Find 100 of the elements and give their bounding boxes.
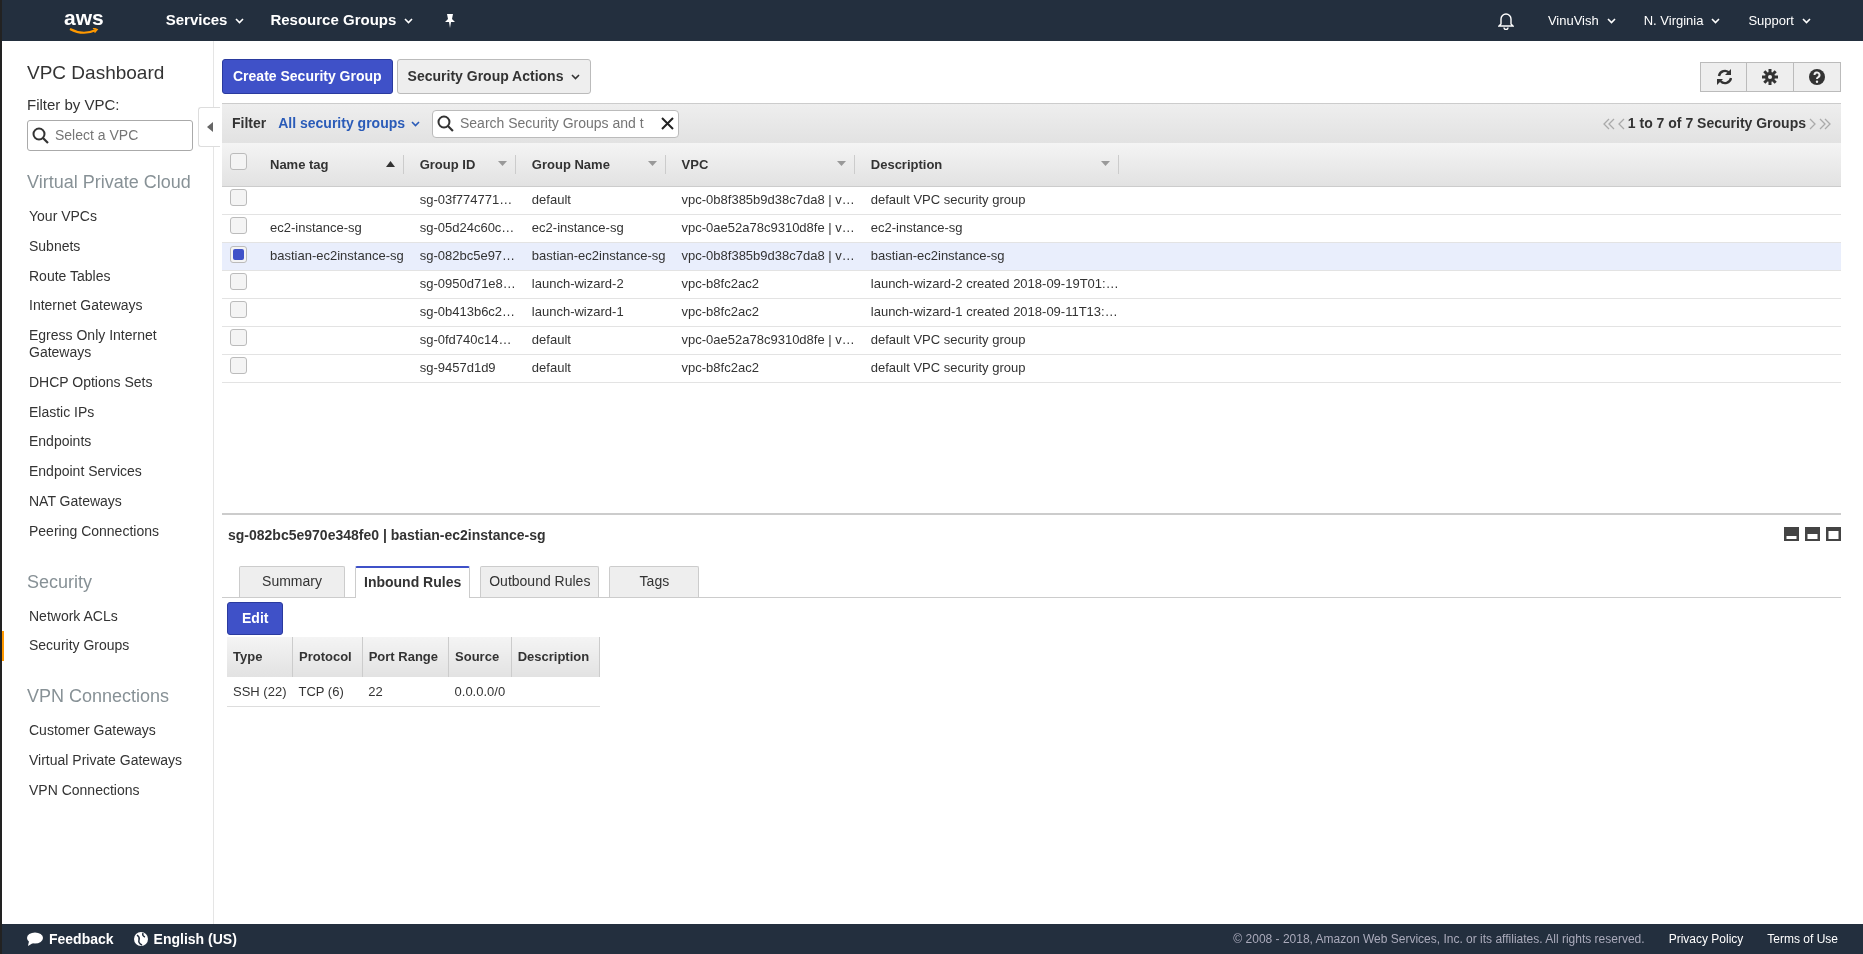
tab[interactable]: Tags	[609, 565, 700, 597]
sidebar-item[interactable]: Endpoints	[2, 427, 213, 458]
sidebar-item[interactable]: Egress Only Internet Gateways	[2, 321, 213, 368]
help-button[interactable]	[1794, 61, 1841, 92]
sidebar-item[interactable]: Subnets	[2, 231, 213, 262]
table-cell: sg-9457d1d9	[419, 360, 496, 376]
clear-button[interactable]	[661, 117, 675, 130]
filter-label: Filter by VPC:	[26, 94, 121, 115]
table-cell: 0.0.0.0/0	[454, 683, 506, 699]
first-page-icon	[1602, 117, 1615, 130]
row-checkbox[interactable]	[230, 216, 247, 234]
footer-link[interactable]: Privacy Policy	[1668, 930, 1744, 948]
table-cell: SSH (22)	[233, 683, 287, 699]
create-button[interactable]: Create Security Group	[222, 59, 393, 94]
sidebar-item[interactable]: Elastic IPs	[2, 397, 213, 428]
sidebar-item[interactable]: Security Groups	[2, 631, 213, 662]
pagination-text: 1 to 7 of 7 Security Groups	[1627, 114, 1806, 133]
sidebar-item[interactable]: VPN Connections	[2, 775, 213, 806]
table-cell: ec2-instance-sg	[270, 220, 362, 236]
table-cell: default	[531, 360, 571, 376]
table-cell: vpc-0ae52a78c9310d8fe | v…	[681, 332, 855, 348]
language-link[interactable]: English (US)	[133, 928, 237, 950]
tab[interactable]: Summary	[239, 565, 345, 597]
caret-icon	[571, 73, 581, 80]
table-cell: launch-wizard-1 created 2018-09-11T13:…	[870, 304, 1118, 320]
caret-icon	[411, 120, 421, 127]
menu-link[interactable]: N. Virginia	[1643, 10, 1721, 31]
sidebar-item[interactable]: DHCP Options Sets	[2, 367, 213, 398]
prev-page-icon	[1617, 117, 1625, 130]
column-header: Type	[227, 636, 293, 677]
table-cell: ec2-instance-sg	[870, 220, 963, 236]
table-cell: default VPC security group	[870, 192, 1026, 208]
collapse-button[interactable]	[198, 107, 220, 147]
tab[interactable]: Inbound Rules	[355, 565, 471, 598]
refresh-button[interactable]	[1700, 61, 1747, 92]
column-header: Description	[511, 636, 600, 677]
sidebar-item[interactable]: Endpoint Services	[2, 457, 213, 487]
table-cell: sg-0fd740c14…	[419, 332, 512, 348]
sidebar-item[interactable]: Network ACLs	[2, 601, 213, 632]
logo-text[interactable]: aws	[64, 6, 104, 28]
top-panel-icon	[1826, 527, 1841, 541]
table-cell: default VPC security group	[870, 360, 1026, 376]
column-header[interactable]: Description	[870, 154, 943, 174]
table-cell: vpc-0ae52a78c9310d8fe | v…	[681, 220, 855, 236]
table-cell: bastian-ec2instance-sg	[870, 248, 1005, 264]
table-cell: bastian-ec2instance-sg	[531, 248, 666, 264]
filter-dropdown[interactable]: All security groups	[278, 113, 421, 134]
feedback-link[interactable]: Feedback	[27, 928, 114, 950]
section-heading: VPN Connections	[26, 685, 171, 709]
tab[interactable]: Outbound Rules	[480, 565, 600, 597]
footer-link[interactable]: Terms of Use	[1767, 930, 1838, 948]
sidebar-item[interactable]: Virtual Private Gateways	[2, 745, 213, 776]
table-cell: ec2-instance-sg	[531, 220, 624, 236]
column-header: Source	[448, 636, 512, 677]
settings-button[interactable]	[1747, 61, 1794, 92]
search-field[interactable]: Search Security Groups and t	[432, 109, 680, 138]
sidebar-item[interactable]: Route Tables	[2, 261, 213, 292]
help-icon	[1809, 68, 1825, 85]
edit-button[interactable]: Edit	[227, 601, 284, 635]
menu-link[interactable]: VinuVish	[1547, 10, 1616, 31]
settings-icon	[1762, 68, 1778, 85]
table-cell: 22	[368, 683, 383, 699]
column-header: Protocol	[292, 636, 363, 677]
table-cell: vpc-b8fc2ac2	[681, 304, 759, 320]
copyright-text: © 2008 - 2018, Amazon Web Services, Inc. or its affiliates. All rights reserved.	[1233, 931, 1645, 948]
row-checkbox[interactable]	[230, 328, 247, 346]
column-header[interactable]: Name tag	[270, 154, 329, 174]
vpc-filter-field[interactable]: Select a VPC	[27, 120, 193, 151]
caret-icon	[1802, 17, 1811, 24]
menu-link[interactable]: Services	[165, 9, 245, 32]
bottom-panel-icon	[1784, 527, 1799, 541]
close-icon	[661, 117, 675, 130]
filter-label: Filter	[232, 114, 267, 133]
row-checkbox[interactable]	[230, 356, 247, 374]
column-header[interactable]: VPC	[681, 154, 709, 174]
table-cell: sg-0b413b6c2…	[419, 304, 516, 320]
caret-icon	[1606, 17, 1616, 24]
sidebar-item[interactable]: Customer Gateways	[2, 716, 213, 746]
menu-link[interactable]: Support	[1748, 10, 1811, 31]
table-cell: bastian-ec2instance-sg	[270, 248, 404, 264]
sidebar-item[interactable]: Internet Gateways	[2, 291, 213, 322]
row-checkbox[interactable]	[230, 188, 247, 206]
table-cell: sg-03f774771…	[419, 192, 513, 208]
table-cell: vpc-b8fc2ac2	[681, 276, 759, 292]
table-cell: vpc-0b8f385b9d38c7da8 | v…	[681, 192, 855, 208]
table-cell: launch-wizard-1	[531, 304, 624, 320]
sidebar-item[interactable]: Your VPCs	[2, 202, 213, 232]
sidebar-item[interactable]: NAT Gateways	[2, 486, 213, 517]
row-checkbox[interactable]	[230, 246, 247, 264]
row-checkbox[interactable]	[230, 300, 247, 318]
actions-button[interactable]: Security Group Actions	[396, 59, 592, 94]
globe-icon	[133, 932, 148, 946]
caret-icon	[1711, 17, 1721, 24]
table-cell: default	[531, 192, 571, 208]
table-cell: default VPC security group	[870, 332, 1026, 348]
row-checkbox[interactable]	[230, 272, 247, 290]
select-all-checkbox[interactable]	[230, 153, 247, 170]
caret-icon	[235, 17, 245, 24]
menu-link[interactable]: Resource Groups	[270, 9, 414, 32]
sidebar-item[interactable]: Peering Connections	[2, 516, 213, 547]
